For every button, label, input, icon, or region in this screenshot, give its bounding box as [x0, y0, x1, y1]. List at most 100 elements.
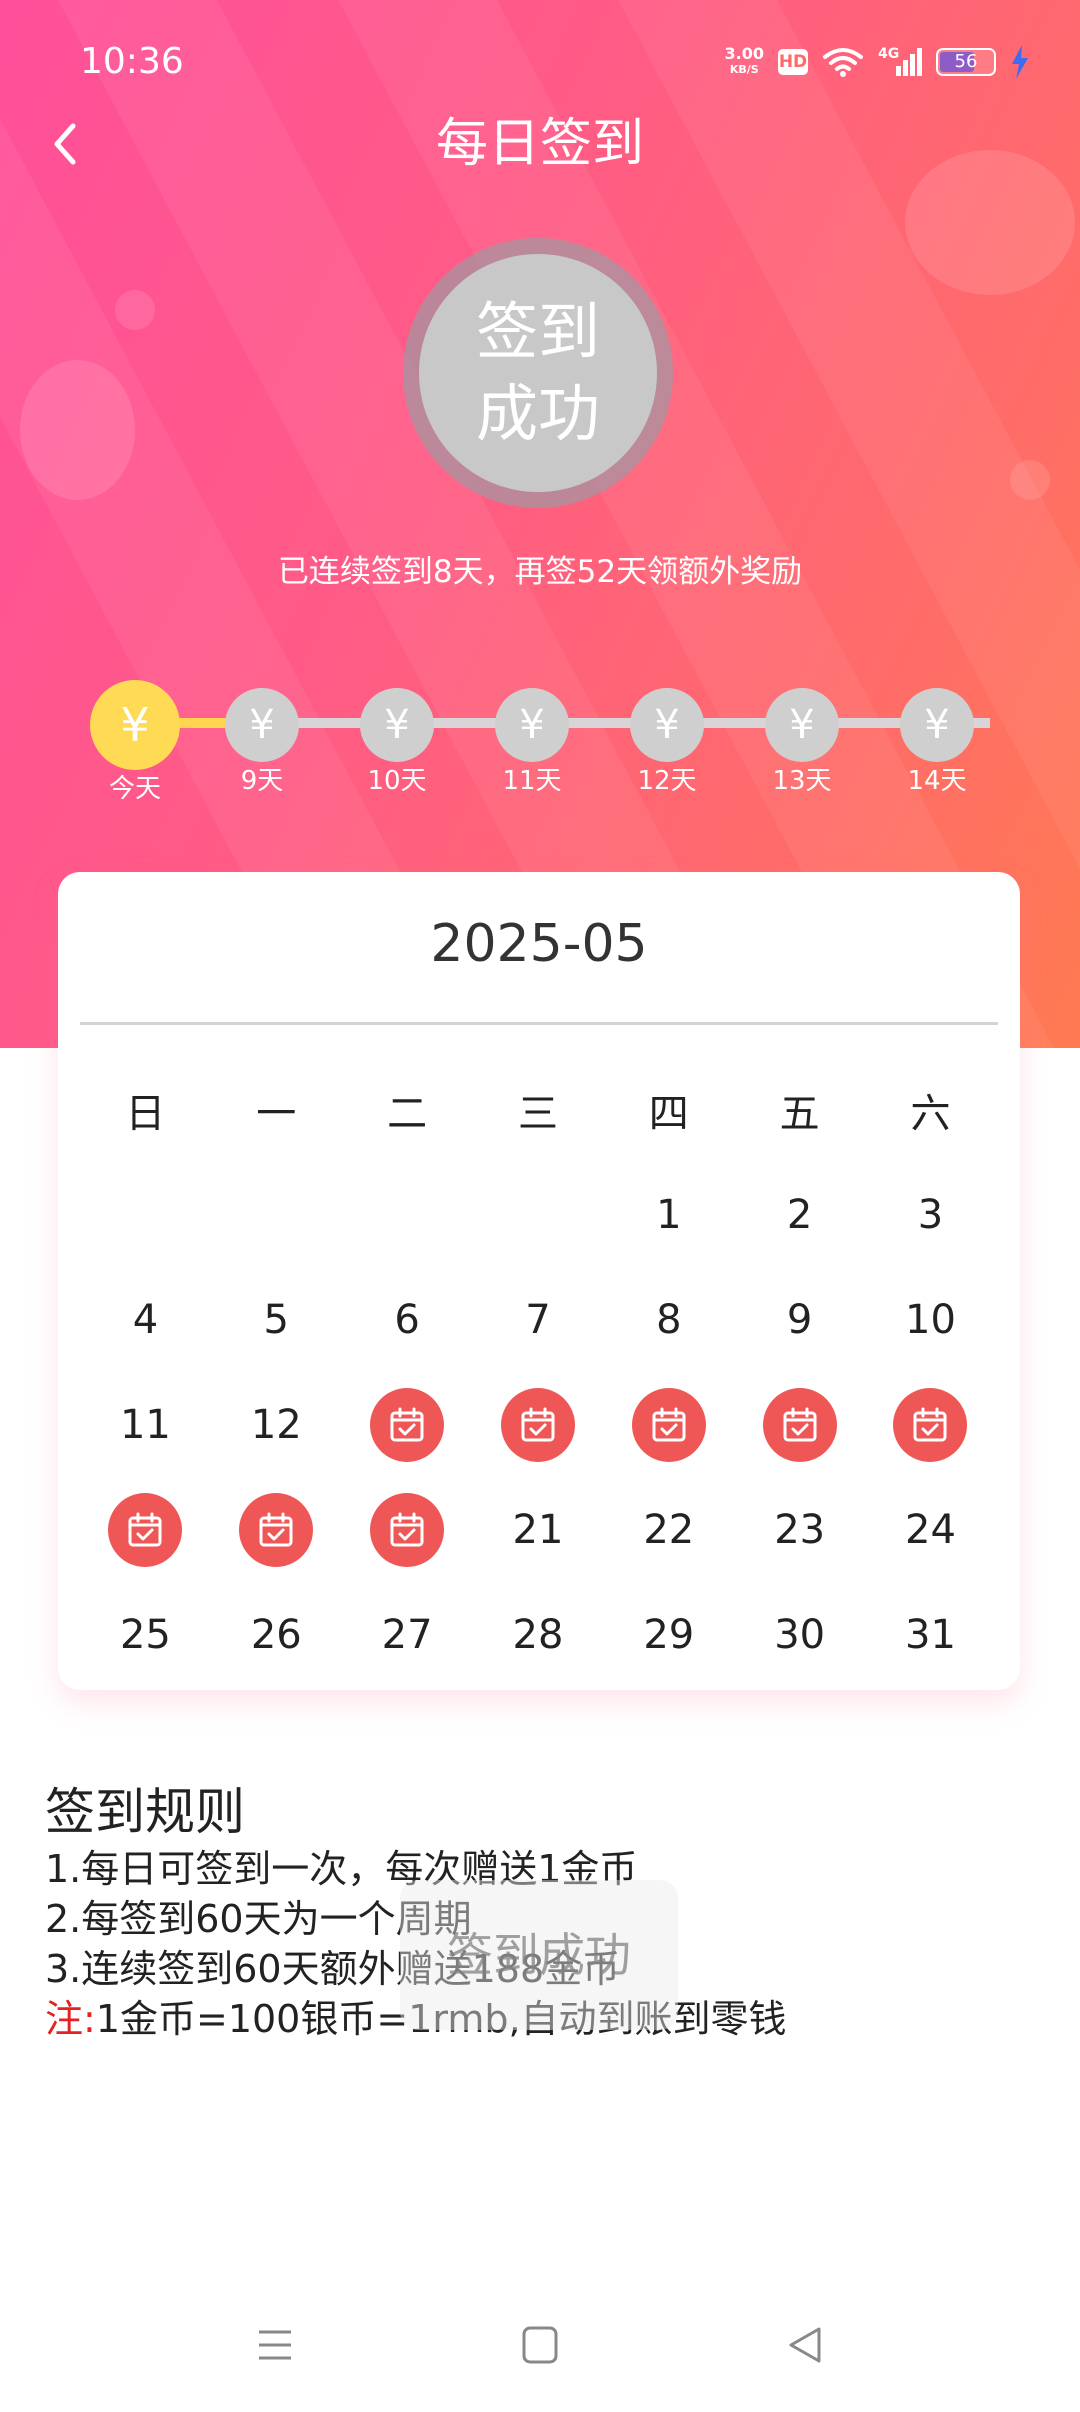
calendar-check-icon — [762, 1387, 837, 1462]
day-number: 12 — [250, 1401, 302, 1448]
calendar-day[interactable]: 2 — [734, 1162, 865, 1267]
day-number: 24 — [905, 1506, 956, 1553]
calendar-day[interactable]: 30 — [734, 1582, 865, 1687]
calendar-empty-cell — [80, 1162, 211, 1267]
weekday-label: 二 — [387, 1090, 428, 1137]
calendar-day[interactable]: 10 — [865, 1267, 996, 1372]
calendar-day[interactable]: 1 — [603, 1162, 734, 1267]
calendar-day[interactable]: 9 — [734, 1267, 865, 1372]
status-bar: 10:36 3.00 KB/S HD 4G 56 — [80, 40, 1030, 84]
toast-message: 签到成功 — [400, 1880, 678, 2030]
calendar-day[interactable]: 26 — [211, 1582, 342, 1687]
weekday-label: 一 — [256, 1090, 297, 1137]
calendar-day[interactable]: 5 — [211, 1267, 342, 1372]
coin-icon: ¥ — [765, 688, 839, 762]
progress-node-day14: ¥ 14天 — [900, 688, 974, 798]
network-speed: 3.00 KB/S — [724, 44, 764, 77]
coin-icon: ¥ — [90, 680, 180, 770]
calendar-day[interactable]: 11 — [80, 1372, 211, 1477]
calendar-week: 4 5 6 7 8 9 10 — [80, 1267, 996, 1372]
decor-bubble — [1010, 460, 1050, 500]
calendar-day[interactable]: 31 — [865, 1582, 996, 1687]
calendar-day[interactable]: 21 — [473, 1477, 604, 1582]
calendar-week: 1 2 3 — [80, 1162, 996, 1267]
calendar-day[interactable]: 24 — [865, 1477, 996, 1582]
calendar-check-icon — [500, 1387, 575, 1462]
battery-icon: 56 — [936, 48, 996, 76]
weekday-label: 六 — [910, 1090, 951, 1137]
day-number: 25 — [119, 1611, 171, 1658]
coin-icon: ¥ — [495, 688, 569, 762]
day-number: 30 — [774, 1611, 826, 1658]
progress-node-day12: ¥ 12天 — [630, 688, 704, 798]
day-number: 26 — [250, 1611, 302, 1658]
day-number: 28 — [512, 1611, 564, 1658]
calendar-day-signed[interactable] — [342, 1372, 473, 1477]
calendar-month: 2025-05 — [430, 914, 648, 974]
day-number: 29 — [643, 1611, 695, 1658]
calendar-check-icon — [370, 1492, 445, 1567]
progress-node-day10: ¥ 10天 — [360, 688, 434, 798]
calendar-day-signed[interactable] — [603, 1372, 734, 1477]
back-triangle-icon[interactable] — [775, 2320, 835, 2370]
calendar-day[interactable]: 7 — [473, 1267, 604, 1372]
calendar-day-signed[interactable] — [865, 1372, 996, 1477]
day-number: 23 — [774, 1506, 826, 1553]
calendar-day-signed[interactable] — [473, 1372, 604, 1477]
calendar-check-icon — [108, 1492, 183, 1567]
calendar-check-icon — [893, 1387, 968, 1462]
system-nav-bar — [0, 2300, 1080, 2390]
wifi-icon — [823, 48, 863, 77]
calendar-day[interactable]: 28 — [473, 1582, 604, 1687]
home-icon[interactable] — [510, 2320, 570, 2370]
calendar-day-signed[interactable] — [342, 1477, 473, 1582]
hd-icon: HD — [778, 49, 808, 75]
calendar-day[interactable]: 8 — [603, 1267, 734, 1372]
day-number: 21 — [512, 1506, 564, 1553]
calendar-day[interactable]: 4 — [80, 1267, 211, 1372]
day-number: 1 — [656, 1191, 682, 1238]
calendar-day-signed[interactable] — [734, 1372, 865, 1477]
streak-text: 已连续签到8天，再签52天领额外奖励 — [277, 554, 803, 590]
calendar-day[interactable]: 23 — [734, 1477, 865, 1582]
calendar-empty-cell — [211, 1162, 342, 1267]
calendar-empty-cell — [342, 1162, 473, 1267]
calendar-day[interactable]: 25 — [80, 1582, 211, 1687]
calendar-day[interactable]: 3 — [865, 1162, 996, 1267]
calendar-day[interactable]: 6 — [342, 1267, 473, 1372]
progress-node-today: ¥ 今天 — [90, 680, 180, 806]
day-number: 7 — [525, 1296, 551, 1343]
decor-bubble — [20, 360, 135, 500]
coin-icon: ¥ — [630, 688, 704, 762]
day-number: 9 — [786, 1296, 813, 1343]
day-number: 3 — [917, 1191, 944, 1238]
coin-icon: ¥ — [225, 688, 299, 762]
calendar-week: 11 12 — [80, 1372, 996, 1477]
sign-in-badge[interactable]: 签到 成功 — [419, 254, 657, 492]
calendar-day[interactable]: 12 — [211, 1372, 342, 1477]
signal-icon: 4G — [878, 46, 922, 78]
note-prefix: 注: — [45, 1997, 96, 2041]
calendar-day[interactable]: 27 — [342, 1582, 473, 1687]
day-number: 10 — [905, 1296, 956, 1343]
status-time: 10:36 — [80, 41, 184, 82]
weekday-header: 日一二三四五六 — [80, 1057, 996, 1162]
day-number: 6 — [394, 1296, 420, 1343]
calendar-check-icon — [239, 1492, 314, 1567]
calendar-day-signed[interactable] — [80, 1477, 211, 1582]
calendar-card: 2025-05 日一二三四五六 1 2 3 4 5 6 7 8 9 10 11 12 21 22 23 24 25… — [58, 872, 1020, 1690]
weekday-label: 三 — [517, 1090, 558, 1137]
rules-heading: 签到规则 — [45, 1783, 245, 1841]
calendar-day[interactable]: 22 — [603, 1477, 734, 1582]
charging-icon — [1012, 45, 1028, 79]
weekday-label: 四 — [648, 1090, 689, 1137]
decor-bubble — [115, 290, 155, 330]
day-number: 27 — [381, 1611, 433, 1658]
calendar-day[interactable]: 29 — [603, 1582, 734, 1687]
calendar-empty-cell — [473, 1162, 604, 1267]
menu-icon[interactable] — [245, 2320, 305, 2370]
calendar-day-signed[interactable] — [211, 1477, 342, 1582]
weekday-label: 五 — [779, 1090, 820, 1137]
calendar-week: 25 26 27 28 29 30 31 — [80, 1582, 996, 1687]
progress-node-day11: ¥ 11天 — [495, 688, 569, 798]
